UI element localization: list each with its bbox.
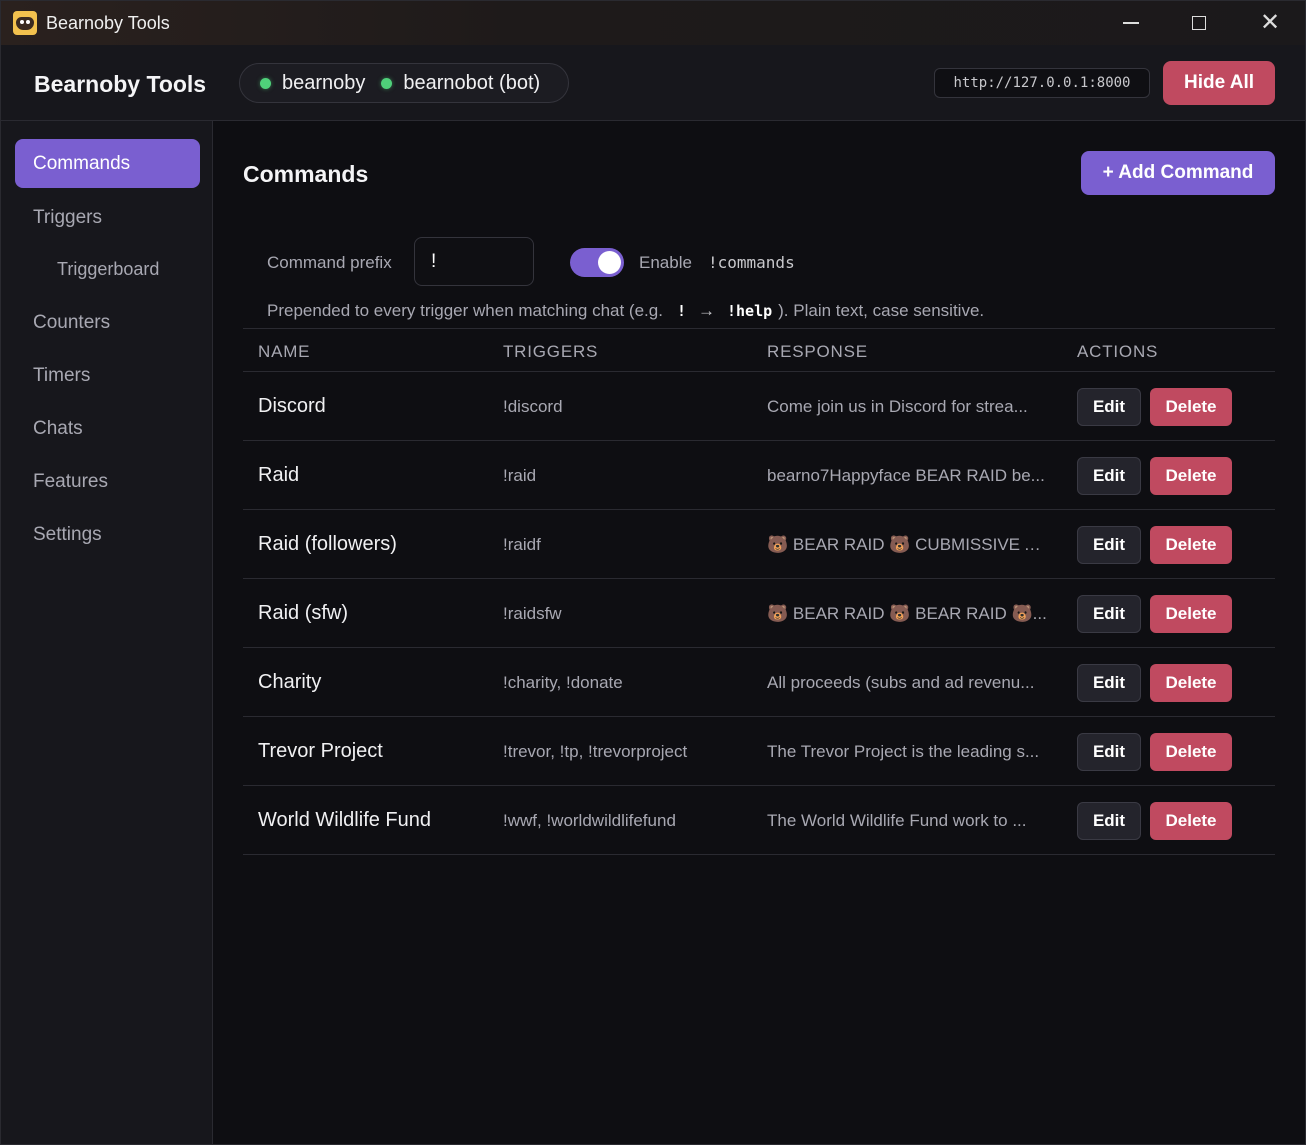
maximize-icon <box>1192 16 1206 30</box>
command-name: World Wildlife Fund <box>258 809 432 831</box>
edit-button[interactable]: Edit <box>1077 388 1141 426</box>
sidebar-item-triggers[interactable]: Triggers <box>15 193 200 242</box>
online-status-icon <box>381 77 393 89</box>
edit-button[interactable]: Edit <box>1077 526 1141 564</box>
command-name: Discord <box>258 395 326 417</box>
delete-button[interactable]: Delete <box>1150 802 1232 840</box>
command-response: The Trevor Project is the leading s... <box>767 741 1040 761</box>
sidebar-item-settings[interactable]: Settings <box>15 510 200 559</box>
command-response: 🐻 BEAR RAID 🐻 CUBMISSIVE A... <box>767 534 1049 554</box>
command-triggers: !discord <box>503 396 563 416</box>
command-triggers: !raidsfw <box>503 603 562 623</box>
minimize-button[interactable] <box>1096 1 1166 45</box>
table-row: Raid (followers) !raidf 🐻 BEAR RAID 🐻 CU… <box>243 510 1275 579</box>
table-header: NAME TRIGGERS RESPONSE ACTIONS <box>243 328 1275 372</box>
command-name: Raid (sfw) <box>258 602 349 624</box>
enable-commands-code: !commands <box>708 253 795 272</box>
account-bot: bearnobot (bot) <box>381 72 540 95</box>
close-icon: ✕ <box>1259 9 1281 36</box>
sidebar-item-features[interactable]: Features <box>15 457 200 506</box>
window-title: Bearnoby Tools <box>46 13 170 33</box>
command-response: All proceeds (subs and ad revenu... <box>767 672 1035 692</box>
account-name: bearnobot (bot) <box>403 71 541 94</box>
toggle-knob <box>598 251 621 274</box>
edit-button[interactable]: Edit <box>1077 664 1141 702</box>
delete-button[interactable]: Delete <box>1150 664 1232 702</box>
command-response: Come join us in Discord for strea... <box>767 396 1028 416</box>
table-row: World Wildlife Fund !wwf, !worldwildlife… <box>243 786 1275 855</box>
hint-code-example: !help <box>726 302 773 320</box>
hide-all-button[interactable]: Hide All <box>1163 61 1275 105</box>
sidebar: Commands Triggers Triggerboard Counters … <box>1 121 213 1144</box>
delete-button[interactable]: Delete <box>1150 526 1232 564</box>
arrow-icon: → <box>697 301 715 320</box>
column-header-name: NAME <box>258 342 311 361</box>
sidebar-item-triggerboard[interactable]: Triggerboard <box>15 245 200 294</box>
brand-title: Bearnoby Tools <box>34 71 207 97</box>
table-row: Raid !raid bearno7Happyface BEAR RAID be… <box>243 441 1275 510</box>
page-title: Commands <box>243 161 369 187</box>
prefix-hint: Prepended to every trigger when matching… <box>267 301 984 321</box>
minimize-icon <box>1123 22 1139 24</box>
table-row: Discord !discord Come join us in Discord… <box>243 372 1275 441</box>
add-command-button[interactable]: + Add Command <box>1081 151 1275 195</box>
account-name: bearnoby <box>282 71 366 94</box>
column-header-triggers: TRIGGERS <box>503 342 599 361</box>
app-window: Bearnoby Tools ✕ Bearnoby Tools bearnoby… <box>0 0 1306 1145</box>
command-name: Charity <box>258 671 322 693</box>
sidebar-item-commands[interactable]: Commands <box>15 139 200 188</box>
edit-button[interactable]: Edit <box>1077 595 1141 633</box>
app-header: Bearnoby Tools bearnoby bearnobot (bot) … <box>1 45 1305 121</box>
server-url[interactable]: http://127.0.0.1:8000 <box>934 68 1150 98</box>
delete-button[interactable]: Delete <box>1150 595 1232 633</box>
main-content: Commands + Add Command Command prefix En… <box>214 121 1305 1144</box>
command-name: Trevor Project <box>258 740 383 762</box>
command-triggers: !raidf <box>503 534 541 554</box>
command-name: Raid (followers) <box>258 533 397 555</box>
sidebar-item-counters[interactable]: Counters <box>15 298 200 347</box>
sidebar-item-chats[interactable]: Chats <box>15 404 200 453</box>
delete-button[interactable]: Delete <box>1150 733 1232 771</box>
commands-table: NAME TRIGGERS RESPONSE ACTIONS Discord !… <box>243 328 1275 855</box>
maximize-button[interactable] <box>1164 1 1234 45</box>
command-response: The World Wildlife Fund work to ... <box>767 810 1027 830</box>
sidebar-item-timers[interactable]: Timers <box>15 351 200 400</box>
edit-button[interactable]: Edit <box>1077 802 1141 840</box>
command-triggers: !wwf, !worldwildlifefund <box>503 810 676 830</box>
column-header-actions: ACTIONS <box>1077 342 1159 361</box>
bear-app-icon <box>13 11 37 35</box>
enable-commands-toggle[interactable] <box>570 248 624 277</box>
command-name: Raid <box>258 464 300 486</box>
online-status-icon <box>260 77 271 89</box>
table-row: Trevor Project !trevor, !tp, !trevorproj… <box>243 717 1275 786</box>
account-bearnoby: bearnoby <box>260 72 365 95</box>
command-triggers: !charity, !donate <box>503 672 623 692</box>
command-prefix-label: Command prefix <box>267 253 392 272</box>
delete-button[interactable]: Delete <box>1150 388 1232 426</box>
table-row: Charity !charity, !donate All proceeds (… <box>243 648 1275 717</box>
account-status-pill: bearnoby bearnobot (bot) <box>239 63 569 103</box>
enable-label: Enable <box>639 253 692 272</box>
table-row: Raid (sfw) !raidsfw 🐻 BEAR RAID 🐻 BEAR R… <box>243 579 1275 648</box>
hint-text: Prepended to every trigger when matching… <box>267 301 663 320</box>
close-button[interactable]: ✕ <box>1235 1 1305 45</box>
edit-button[interactable]: Edit <box>1077 457 1141 495</box>
hint-code-prefix: ! <box>676 302 686 320</box>
command-triggers: !raid <box>503 465 537 485</box>
command-response: bearno7Happyface BEAR RAID be... <box>767 465 1045 485</box>
delete-button[interactable]: Delete <box>1150 457 1232 495</box>
edit-button[interactable]: Edit <box>1077 733 1141 771</box>
command-response: 🐻 BEAR RAID 🐻 BEAR RAID 🐻... <box>767 603 1047 623</box>
hint-text-after: ). Plain text, case sensitive. <box>778 301 985 320</box>
command-triggers: !trevor, !tp, !trevorproject <box>503 741 688 761</box>
title-bar[interactable]: Bearnoby Tools ✕ <box>1 1 1305 45</box>
command-prefix-input[interactable] <box>414 237 534 286</box>
column-header-response: RESPONSE <box>767 342 868 361</box>
